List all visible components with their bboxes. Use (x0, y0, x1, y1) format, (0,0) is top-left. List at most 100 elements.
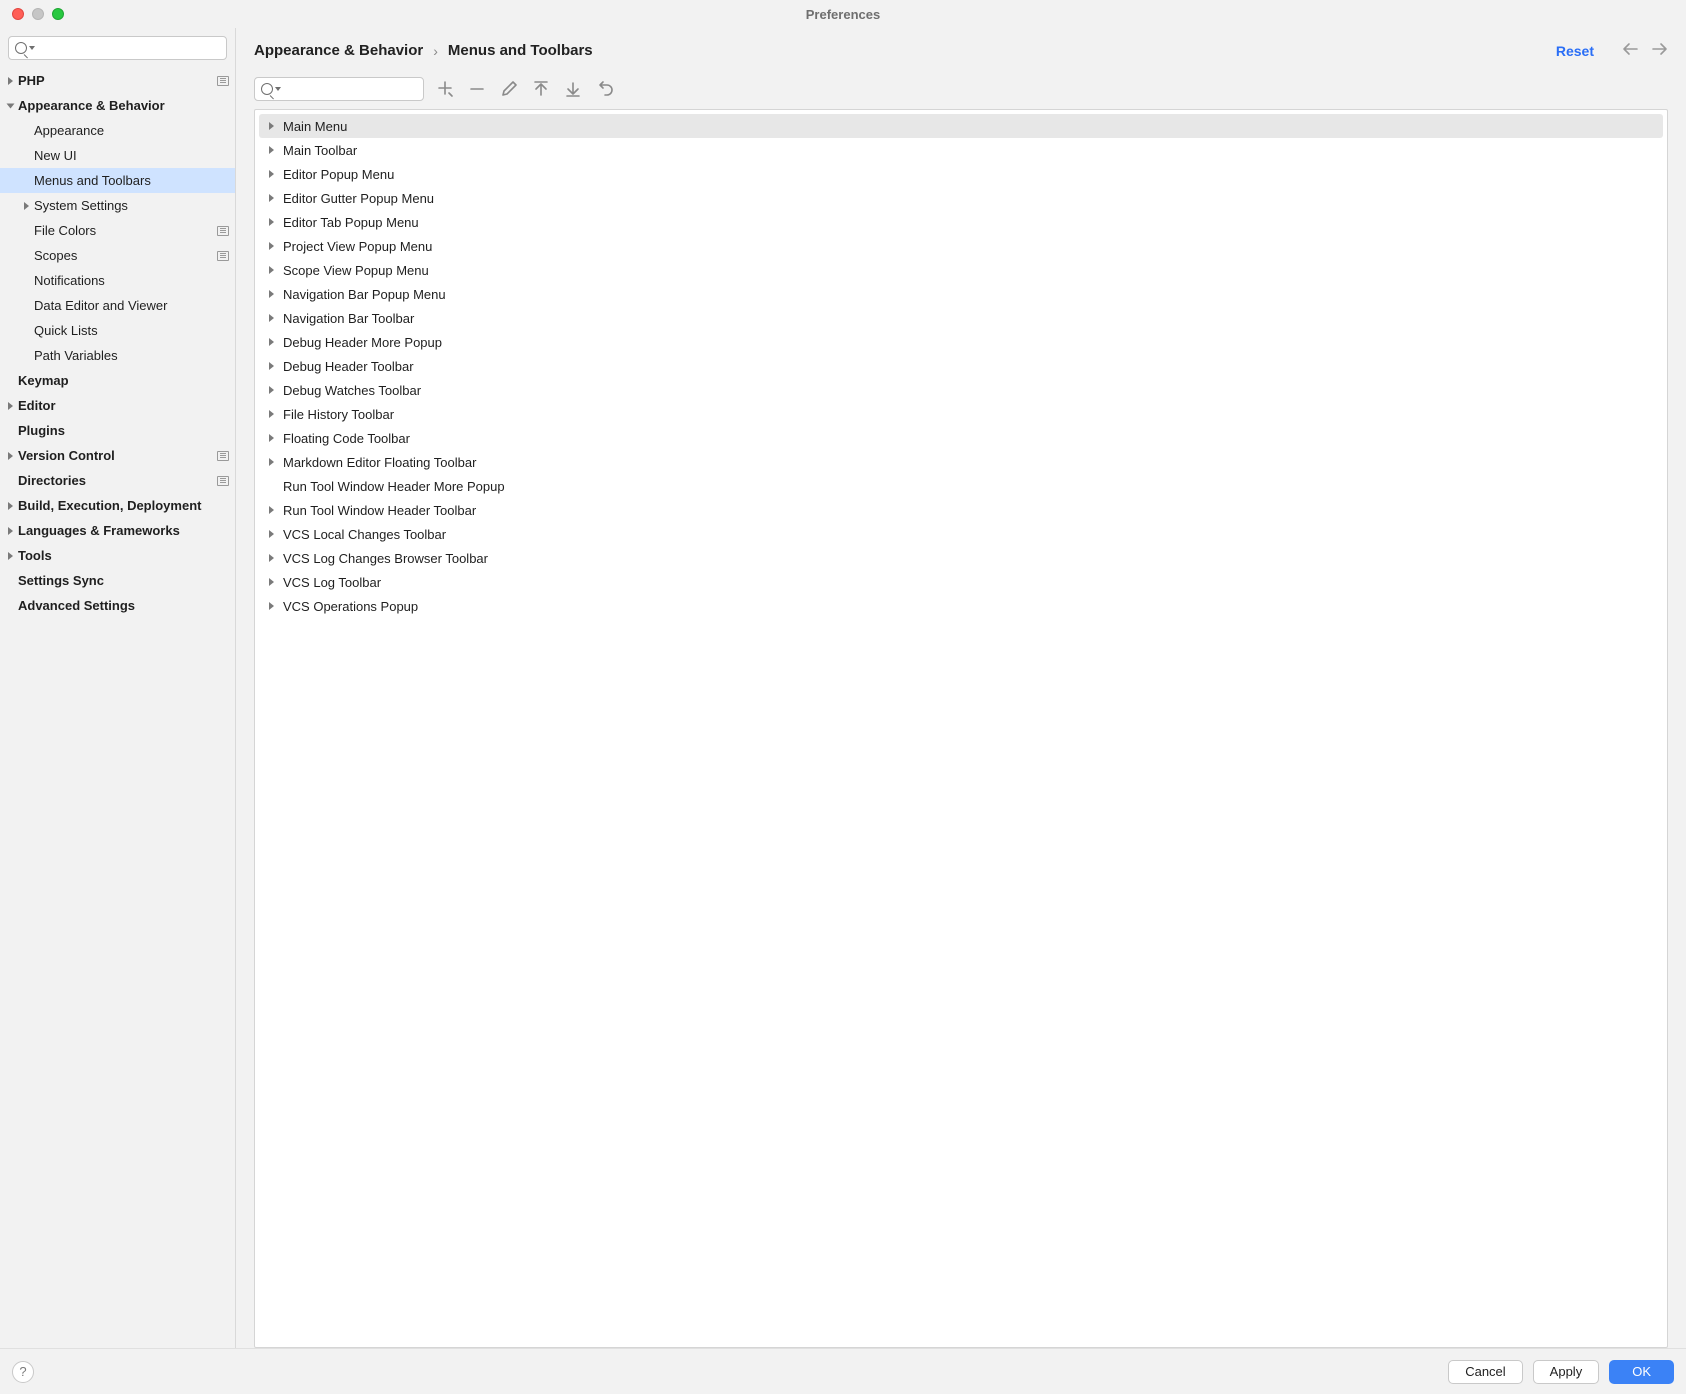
window-minimize-button[interactable] (32, 8, 44, 20)
sidebar-item[interactable]: Data Editor and Viewer (0, 293, 235, 318)
menus-item[interactable]: VCS Log Changes Browser Toolbar (259, 546, 1663, 570)
expand-toggle[interactable] (263, 578, 279, 586)
menus-item-label: Navigation Bar Toolbar (279, 311, 414, 326)
apply-button[interactable]: Apply (1533, 1360, 1600, 1384)
sidebar-item[interactable]: Languages & Frameworks (0, 518, 235, 543)
sidebar-item[interactable]: PHP (0, 68, 235, 93)
expand-toggle[interactable] (2, 402, 18, 410)
expand-toggle[interactable] (2, 527, 18, 535)
window-close-button[interactable] (12, 8, 24, 20)
expand-toggle[interactable] (2, 77, 18, 85)
nav-back-button[interactable] (1622, 42, 1638, 59)
sidebar-item[interactable]: Notifications (0, 268, 235, 293)
menus-item[interactable]: VCS Operations Popup (259, 594, 1663, 618)
ok-button[interactable]: OK (1609, 1360, 1674, 1384)
menus-item-label: Floating Code Toolbar (279, 431, 410, 446)
search-options-caret-icon[interactable] (275, 87, 281, 91)
expand-toggle[interactable] (263, 266, 279, 274)
expand-toggle[interactable] (263, 194, 279, 202)
expand-toggle[interactable] (263, 506, 279, 514)
menus-item[interactable]: Main Toolbar (259, 138, 1663, 162)
menus-item[interactable]: Markdown Editor Floating Toolbar (259, 450, 1663, 474)
menus-item[interactable]: Floating Code Toolbar (259, 426, 1663, 450)
sidebar-item[interactable]: Path Variables (0, 343, 235, 368)
expand-toggle[interactable] (263, 218, 279, 226)
menus-item[interactable]: Editor Gutter Popup Menu (259, 186, 1663, 210)
menus-item[interactable]: VCS Log Toolbar (259, 570, 1663, 594)
menus-tree[interactable]: Main MenuMain ToolbarEditor Popup MenuEd… (254, 109, 1668, 1348)
add-button[interactable] (436, 80, 454, 98)
menus-item[interactable]: Project View Popup Menu (259, 234, 1663, 258)
expand-toggle[interactable] (263, 122, 279, 130)
revert-button[interactable] (596, 80, 614, 98)
sidebar-item[interactable]: Editor (0, 393, 235, 418)
expand-toggle[interactable] (263, 170, 279, 178)
sidebar-search[interactable] (8, 36, 227, 60)
sidebar-item[interactable]: Settings Sync (0, 568, 235, 593)
menus-item[interactable]: File History Toolbar (259, 402, 1663, 426)
menus-item[interactable]: Editor Popup Menu (259, 162, 1663, 186)
sidebar-item[interactable]: Plugins (0, 418, 235, 443)
expand-toggle[interactable] (263, 242, 279, 250)
menus-item[interactable]: Main Menu (259, 114, 1663, 138)
expand-toggle[interactable] (263, 410, 279, 418)
sidebar-item[interactable]: Tools (0, 543, 235, 568)
expand-toggle[interactable] (2, 502, 18, 510)
expand-toggle[interactable] (263, 554, 279, 562)
sidebar-item[interactable]: Build, Execution, Deployment (0, 493, 235, 518)
menus-item[interactable]: Scope View Popup Menu (259, 258, 1663, 282)
edit-button[interactable] (500, 80, 518, 98)
menus-search-input[interactable] (283, 82, 438, 96)
menus-item[interactable]: Run Tool Window Header More Popup (259, 474, 1663, 498)
reset-button[interactable]: Reset (1556, 43, 1594, 59)
sidebar-item[interactable]: Quick Lists (0, 318, 235, 343)
move-up-button[interactable] (532, 80, 550, 98)
menus-item[interactable]: VCS Local Changes Toolbar (259, 522, 1663, 546)
remove-button[interactable] (468, 80, 486, 98)
sidebar-item[interactable]: Appearance & Behavior (0, 93, 235, 118)
menus-item[interactable]: Run Tool Window Header Toolbar (259, 498, 1663, 522)
expand-toggle[interactable] (263, 362, 279, 370)
expand-toggle[interactable] (2, 102, 18, 110)
sidebar-item[interactable]: Advanced Settings (0, 593, 235, 618)
chevron-right-icon (269, 122, 274, 130)
sidebar-search-input[interactable] (37, 41, 220, 55)
menus-item[interactable]: Debug Header More Popup (259, 330, 1663, 354)
question-icon: ? (19, 1364, 26, 1379)
menus-item[interactable]: Debug Header Toolbar (259, 354, 1663, 378)
expand-toggle[interactable] (263, 602, 279, 610)
nav-forward-button[interactable] (1652, 42, 1668, 59)
sidebar-item[interactable]: Menus and Toolbars (0, 168, 235, 193)
menus-item[interactable]: Debug Watches Toolbar (259, 378, 1663, 402)
sidebar-item[interactable]: System Settings (0, 193, 235, 218)
expand-toggle[interactable] (263, 290, 279, 298)
cancel-button[interactable]: Cancel (1448, 1360, 1522, 1384)
sidebar-item[interactable]: Directories (0, 468, 235, 493)
expand-toggle[interactable] (2, 552, 18, 560)
expand-toggle[interactable] (263, 146, 279, 154)
sidebar-item[interactable]: Version Control (0, 443, 235, 468)
expand-toggle[interactable] (263, 434, 279, 442)
menus-search[interactable] (254, 77, 424, 101)
menus-item[interactable]: Navigation Bar Toolbar (259, 306, 1663, 330)
sidebar-item[interactable]: Appearance (0, 118, 235, 143)
help-button[interactable]: ? (12, 1361, 34, 1383)
window-zoom-button[interactable] (52, 8, 64, 20)
sidebar-item[interactable]: Keymap (0, 368, 235, 393)
expand-toggle[interactable] (263, 458, 279, 466)
expand-toggle[interactable] (263, 530, 279, 538)
expand-toggle[interactable] (263, 314, 279, 322)
expand-toggle[interactable] (2, 452, 18, 460)
settings-tree[interactable]: PHPAppearance & BehaviorAppearanceNew UI… (0, 68, 235, 1348)
expand-toggle[interactable] (18, 202, 34, 210)
search-options-caret-icon[interactable] (29, 46, 35, 50)
sidebar-item[interactable]: File Colors (0, 218, 235, 243)
menus-item[interactable]: Editor Tab Popup Menu (259, 210, 1663, 234)
sidebar-item[interactable]: New UI (0, 143, 235, 168)
move-down-button[interactable] (564, 80, 582, 98)
expand-toggle[interactable] (263, 386, 279, 394)
menus-item[interactable]: Navigation Bar Popup Menu (259, 282, 1663, 306)
expand-toggle[interactable] (263, 338, 279, 346)
plus-icon (436, 80, 454, 98)
sidebar-item[interactable]: Scopes (0, 243, 235, 268)
